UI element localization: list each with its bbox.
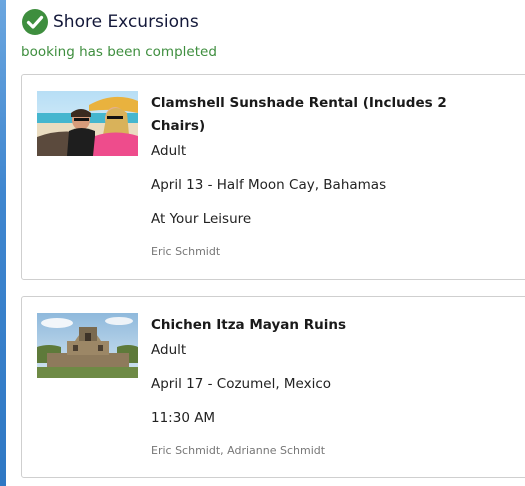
date-and-port: April 13 - Half Moon Cay, Bahamas [151, 177, 387, 193]
left-edge-bar [0, 0, 6, 486]
excursion-name: Chichen Itza Mayan Ruins [151, 317, 346, 333]
guest-names: Eric Schmidt, Adrianne Schmidt [151, 444, 326, 457]
excursion-time: 11:30 AM [151, 410, 216, 426]
section-title: Shore Excursions [53, 12, 199, 32]
guest-names: Eric Schmidt [151, 245, 221, 258]
excursion-name: Clamshell Sunshade Rental (Includes 2 Ch… [151, 95, 447, 134]
section-header: Shore Excursions [21, 8, 199, 36]
date-and-port: April 17 - Cozumel, Mexico [151, 376, 332, 392]
mayan-ruins-photo [37, 313, 138, 378]
passenger-type: Adult [151, 143, 187, 159]
excursion-time: At Your Leisure [151, 211, 252, 227]
passenger-type: Adult [151, 342, 187, 358]
excursion-card[interactable]: Chichen Itza Mayan Ruins Adult April 17 … [21, 296, 525, 478]
booking-status-message: booking has been completed [21, 44, 217, 60]
excursion-info: Clamshell Sunshade Rental (Includes 2 Ch… [151, 92, 451, 260]
check-circle-icon [22, 9, 48, 35]
excursion-card[interactable]: Clamshell Sunshade Rental (Includes 2 Ch… [21, 74, 525, 280]
beach-couple-photo [37, 91, 138, 156]
excursion-info: Chichen Itza Mayan Ruins Adult April 17 … [151, 314, 451, 459]
